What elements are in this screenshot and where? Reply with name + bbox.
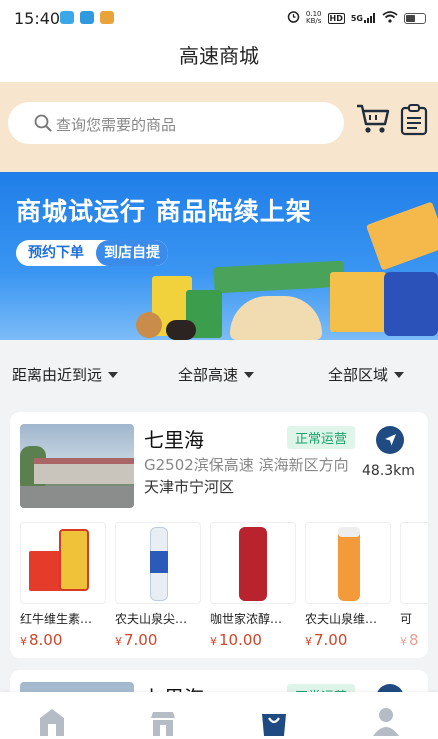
product-item[interactable]: 可 ¥8 xyxy=(400,522,428,649)
caret-down-icon xyxy=(394,371,405,378)
banner-pill: 预约下单 到店自提 xyxy=(16,240,168,266)
station-name: 七里海 xyxy=(144,428,204,452)
alarm-icon xyxy=(287,10,300,26)
station-photo xyxy=(20,424,134,508)
banner-pill-left: 预约下单 xyxy=(28,245,84,261)
highway-filter[interactable]: 全部高速 xyxy=(178,364,255,385)
bottom-nav xyxy=(0,692,438,739)
cookie-image xyxy=(136,312,162,338)
net-speed: 0.10 KB/s xyxy=(305,10,322,25)
chips-bowl-image xyxy=(230,296,322,340)
product-price: ¥10.00 xyxy=(210,631,262,649)
product-item[interactable]: 红牛维生素… ¥8.00 xyxy=(20,522,106,649)
wafer-bar-image xyxy=(365,201,438,271)
title-bar: 高速商城 xyxy=(0,34,438,82)
product-item[interactable]: 农夫山泉维… ¥7.00 xyxy=(305,522,391,649)
region-filter[interactable]: 全部区域 xyxy=(328,364,405,385)
app-icon xyxy=(100,11,114,24)
filter-label: 全部高速 xyxy=(178,366,239,384)
search-icon xyxy=(34,114,52,136)
search-area: 查询您需要的商品 xyxy=(0,82,438,172)
browser-icon xyxy=(80,11,94,24)
product-image xyxy=(210,522,296,604)
mini-oreo-image xyxy=(384,272,438,336)
product-price: ¥8 xyxy=(400,631,419,649)
product-name: 咖世家浓醇… xyxy=(210,612,283,626)
oreo-image xyxy=(166,320,196,340)
user-icon[interactable] xyxy=(370,706,402,736)
product-name: 农夫山泉尖… xyxy=(115,612,188,626)
station-distance: 48.3km xyxy=(362,463,415,479)
cart-icon[interactable] xyxy=(355,102,391,140)
status-bar: 15:40 0.10 KB/s HD 5G xyxy=(0,0,438,34)
sort-distance-filter[interactable]: 距离由近到远 xyxy=(12,364,119,385)
search-input[interactable]: 查询您需要的商品 xyxy=(8,102,344,144)
product-item[interactable]: 咖世家浓醇… ¥10.00 xyxy=(210,522,296,649)
search-placeholder: 查询您需要的商品 xyxy=(56,116,177,134)
station-route: G2502滨保高速 滨海新区方向 xyxy=(144,456,349,474)
caret-down-icon xyxy=(244,371,255,378)
battery-icon xyxy=(404,12,426,24)
app-screen: 15:40 0.10 KB/s HD 5G 高速商城 查询您需要的商品 商城试运… xyxy=(0,0,438,739)
cake-box-image xyxy=(330,272,386,332)
shopping-bag-icon[interactable] xyxy=(258,706,290,736)
caret-down-icon xyxy=(108,371,119,378)
product-image xyxy=(305,522,391,604)
product-image xyxy=(115,522,201,604)
product-name: 可 xyxy=(400,612,413,626)
product-price: ¥8.00 xyxy=(20,631,63,649)
status-badge: 正常运营 xyxy=(287,426,356,449)
page-title: 高速商城 xyxy=(179,44,259,68)
home-icon[interactable] xyxy=(36,706,68,736)
signal-icon: 5G xyxy=(351,13,376,23)
station-city: 天津市宁河区 xyxy=(144,478,235,496)
status-time: 15:40 xyxy=(14,9,61,28)
banner-headline: 商城试运行 商品陆续上架 xyxy=(16,197,312,226)
product-price: ¥7.00 xyxy=(305,631,348,649)
product-name: 红牛维生素… xyxy=(20,612,93,626)
product-image xyxy=(20,522,106,604)
promo-banner[interactable]: 商城试运行 商品陆续上架 预约下单 到店自提 xyxy=(0,172,438,340)
station-card[interactable]: 七里海 正常运营 G2502滨保高速 滨海新区方向 天津市宁河区 48.3km … xyxy=(10,412,428,658)
wifi-icon xyxy=(382,10,398,26)
status-right: 0.10 KB/s HD 5G xyxy=(287,10,426,26)
product-image xyxy=(400,522,428,604)
product-item[interactable]: 农夫山泉尖… ¥7.00 xyxy=(115,522,201,649)
product-price: ¥7.00 xyxy=(115,631,158,649)
filter-label: 距离由近到远 xyxy=(12,366,103,384)
cloud-icon xyxy=(60,11,74,24)
navigation-arrow-icon[interactable] xyxy=(376,426,404,454)
notification-icons xyxy=(60,11,114,24)
filter-bar: 距离由近到远 全部高速 全部区域 xyxy=(0,340,438,408)
clipboard-icon[interactable] xyxy=(400,104,428,140)
product-name: 农夫山泉维… xyxy=(305,612,378,626)
filter-label: 全部区域 xyxy=(328,366,389,384)
snack-box-image xyxy=(213,260,345,294)
banner-pill-right: 到店自提 xyxy=(96,240,168,266)
service-area-icon[interactable] xyxy=(147,706,179,736)
hd-badge: HD xyxy=(327,12,345,24)
